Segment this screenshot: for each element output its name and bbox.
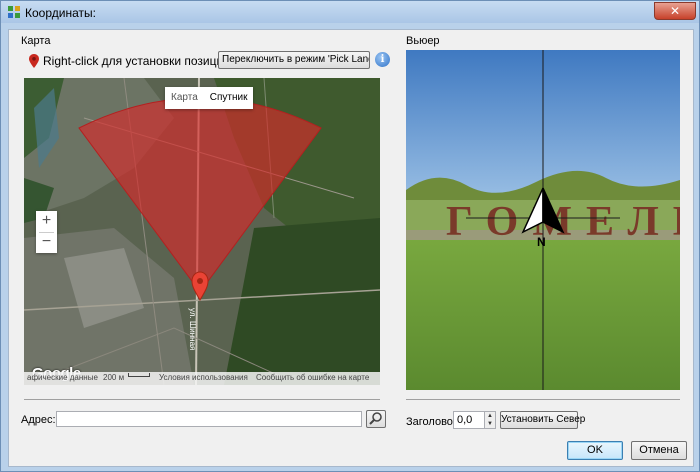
viewer-group-label: Вьюер <box>406 35 440 47</box>
map-terms-link[interactable]: Условия использования <box>159 373 248 382</box>
compass-north-label: N <box>537 235 546 249</box>
address-input[interactable] <box>56 411 362 427</box>
map-divider <box>24 399 380 400</box>
gomel-sign-text: ГОМЕЛЬ <box>446 199 680 245</box>
panorama-viewer[interactable]: ГОМЕЛЬ N <box>406 50 680 390</box>
map-scale-label: 200 м <box>103 373 125 382</box>
cancel-button[interactable]: Отмена <box>631 441 687 460</box>
map-report-link[interactable]: Сообщить об ошибке на карте <box>256 373 369 382</box>
heading-input[interactable]: 0,0 <box>453 411 486 429</box>
window-title: Координаты: <box>25 6 96 20</box>
address-label: Адрес: <box>21 414 56 426</box>
viewer-divider <box>406 399 680 400</box>
map-pin-icon <box>29 54 39 68</box>
dialog-window: Координаты: ✕ Карта Right-click для уста… <box>0 0 700 472</box>
panorama-image: ГОМЕЛЬ N <box>406 50 680 390</box>
title-bar[interactable]: Координаты: ✕ <box>1 1 699 23</box>
spin-up-icon[interactable]: ▲ <box>485 412 495 420</box>
zoom-control: + − <box>36 211 57 253</box>
search-icon <box>369 412 382 425</box>
map-type-satellite[interactable]: Спутник <box>204 87 254 109</box>
info-icon[interactable]: i <box>375 52 390 67</box>
map-type-map[interactable]: Карта <box>165 87 204 109</box>
zoom-divider <box>39 232 54 233</box>
map-type-control: Карта Спутник <box>165 87 254 109</box>
pick-landmark-button[interactable]: Переключить в режим 'Pick Landmark' <box>218 51 370 69</box>
satellite-imagery: ул. Шинная <box>24 78 380 385</box>
map-view[interactable]: ул. Шинная Карта Спутник + − Google афич… <box>24 78 380 385</box>
map-group-label: Карта <box>21 35 51 47</box>
right-click-hint: Right-click для установки позиции! <box>43 54 234 68</box>
street-label: ул. Шинная <box>188 308 197 350</box>
dialog-client: Карта Right-click для установки позиции!… <box>8 29 694 467</box>
map-footer: афические данные 200 м Условия использов… <box>24 372 380 385</box>
app-icon <box>8 6 20 18</box>
close-button[interactable]: ✕ <box>654 2 696 20</box>
address-search-button[interactable] <box>366 410 386 428</box>
spin-down-icon[interactable]: ▼ <box>485 420 495 428</box>
ok-button[interactable]: OK <box>567 441 623 460</box>
map-data-label: афические данные <box>27 373 98 382</box>
zoom-in-button[interactable]: + <box>36 211 57 232</box>
zoom-out-button[interactable]: − <box>36 232 57 253</box>
heading-spinner[interactable]: ▲ ▼ <box>484 411 496 429</box>
map-scale-bar <box>128 373 150 377</box>
set-north-button[interactable]: Установить Север <box>500 411 585 429</box>
